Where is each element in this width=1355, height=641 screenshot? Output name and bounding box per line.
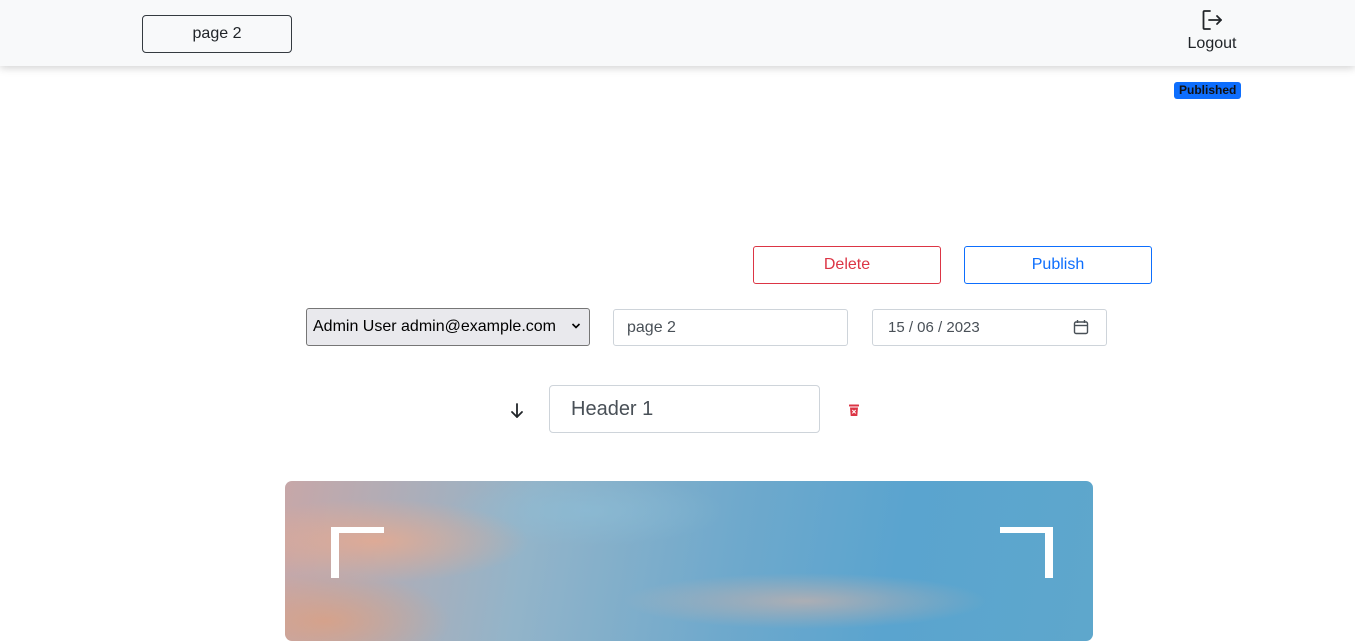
arrow-down-icon[interactable] [509,402,525,420]
publish-date-value: 15 / 06 / 2023 [888,319,980,336]
calendar-icon[interactable] [1073,319,1089,335]
crop-corner-top-right [1000,527,1053,578]
publish-button[interactable]: Publish [964,246,1152,284]
publish-date-input[interactable]: 15 / 06 / 2023 [872,309,1107,346]
logout-button[interactable]: Logout [1180,8,1244,60]
chevron-down-icon [571,323,581,329]
page-title-input-value: page 2 [627,318,676,336]
top-navbar: page 2 Logout [0,0,1355,66]
crop-corner-top-left [331,527,384,578]
page-title-input[interactable]: page 2 [613,309,848,346]
section-header-value: Header 1 [571,397,654,420]
logout-label: Logout [1187,35,1237,52]
logout-icon [1202,10,1222,30]
trash-icon[interactable] [848,403,860,417]
page-selector-button[interactable]: page 2 [142,15,292,53]
author-select-value: Admin User admin@example.com [313,318,556,335]
section-header-input[interactable]: Header 1 [549,385,820,433]
status-badge: Published [1174,82,1242,99]
author-select[interactable]: Admin User admin@example.com [306,308,590,346]
delete-button[interactable]: Delete [753,246,941,284]
hero-image-block[interactable] [285,481,1093,641]
